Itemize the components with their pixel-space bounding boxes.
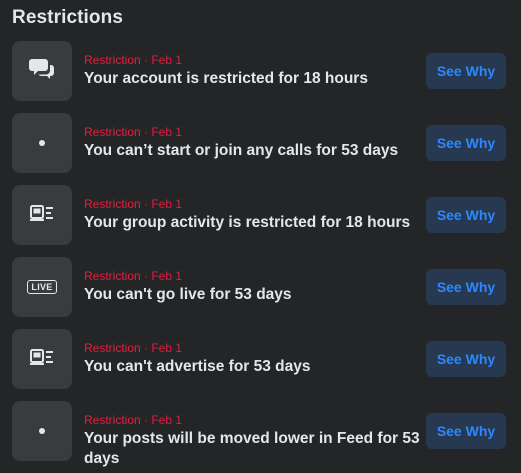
restriction-text: You can't go live for 53 days: [84, 286, 292, 303]
restriction-icon-box: [12, 113, 72, 173]
restriction-icon-box: [12, 401, 72, 461]
restriction-text: You can't advertise for 53 days: [84, 358, 311, 375]
restriction-icon-box: [12, 329, 72, 389]
restriction-meta: Restriction · Feb 1: [84, 197, 183, 211]
see-why-button[interactable]: See Why: [426, 53, 506, 89]
dot-icon: [39, 428, 45, 434]
see-why-button[interactable]: See Why: [426, 269, 506, 305]
restriction-text: You can’t start or join any calls for 53…: [84, 142, 399, 159]
restriction-item-group-activity: Restriction · Feb 1 Your group activity …: [12, 185, 512, 245]
restriction-meta: Restriction · Feb 1: [84, 413, 183, 427]
restriction-icon-box: LIVE: [12, 257, 72, 317]
group-feed-icon: [30, 204, 54, 227]
live-icon: LIVE: [27, 280, 57, 294]
restriction-meta: Restriction · Feb 1: [84, 53, 183, 67]
restriction-text: Your group activity is restricted for 18…: [84, 214, 411, 231]
restriction-meta: Restriction · Feb 1: [84, 341, 183, 355]
restrictions-panel: Restrictions Restriction · Feb 1 Your ac…: [0, 0, 521, 473]
restriction-item-live: LIVE Restriction · Feb 1 You can't go li…: [12, 257, 512, 317]
dot-icon: [39, 140, 45, 146]
section-title: Restrictions: [12, 7, 124, 28]
restriction-meta: Restriction · Feb 1: [84, 125, 183, 139]
restriction-text: Your account is restricted for 18 hours: [84, 70, 368, 87]
see-why-button[interactable]: See Why: [426, 413, 506, 449]
see-why-button[interactable]: See Why: [426, 197, 506, 233]
group-feed-icon: [30, 348, 54, 371]
see-why-button[interactable]: See Why: [426, 125, 506, 161]
restriction-item-account: Restriction · Feb 1 Your account is rest…: [12, 41, 512, 101]
restriction-item-feed: Restriction · Feb 1 Your posts will be m…: [12, 401, 512, 467]
restriction-icon-box: [12, 185, 72, 245]
restriction-item-advertise: Restriction · Feb 1 You can't advertise …: [12, 329, 512, 389]
see-why-button[interactable]: See Why: [426, 341, 506, 377]
restriction-meta: Restriction · Feb 1: [84, 269, 183, 283]
restriction-item-calls: Restriction · Feb 1 You can’t start or j…: [12, 113, 512, 173]
chat-bubbles-icon: [29, 57, 55, 86]
restriction-icon-box: [12, 41, 72, 101]
restriction-text: Your posts will be moved lower in Feed f…: [84, 430, 420, 467]
